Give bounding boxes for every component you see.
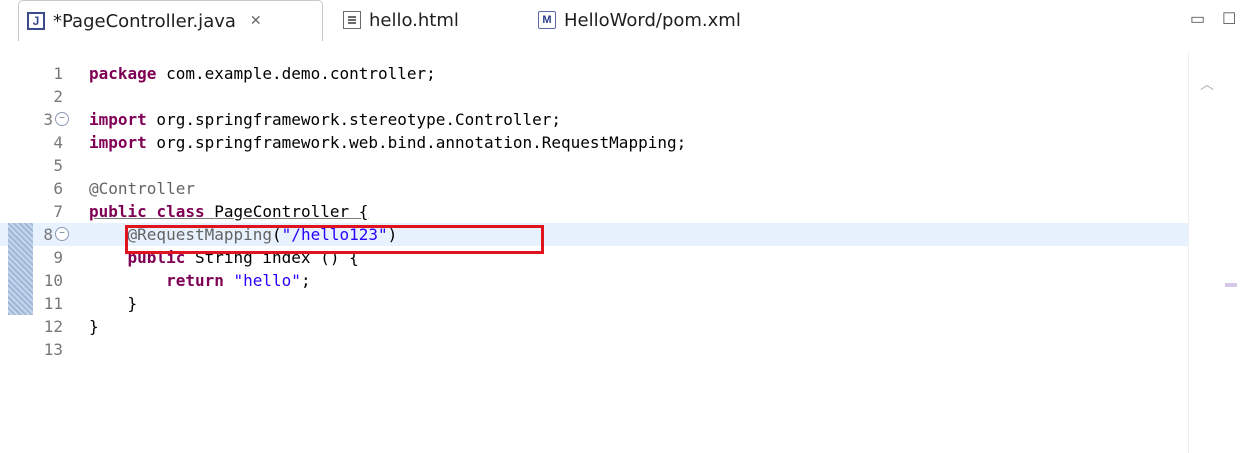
scroll-up-icon[interactable]: ︿ (1200, 74, 1214, 94)
fold-collapse-icon[interactable]: − (55, 112, 69, 126)
editor-tab-bar: J *PageController.java ✕ hello.html M He… (0, 0, 1249, 41)
code-line[interactable]: 2 (0, 85, 1249, 108)
tab-pagecontroller-java[interactable]: J *PageController.java ✕ (18, 0, 323, 41)
code-line[interactable]: 10 return "hello"; (0, 269, 1249, 292)
tab-label: *PageController.java (53, 10, 236, 32)
tab-hello-html[interactable]: hello.html (335, 0, 459, 40)
code-line[interactable]: 4 import org.springframework.web.bind.an… (0, 131, 1249, 154)
line-number: 3 (43, 110, 53, 129)
code-line[interactable]: 6 @Controller (0, 177, 1249, 200)
highlight-annotation-box (125, 225, 544, 254)
line-number: 7 (53, 202, 63, 221)
line-number: 1 (53, 64, 63, 83)
code-text: import org.springframework.web.bind.anno… (89, 133, 687, 152)
close-tab-icon[interactable]: ✕ (250, 13, 262, 29)
code-line[interactable]: 12 } (0, 315, 1249, 338)
line-number: 2 (53, 87, 63, 106)
code-text: } (89, 317, 99, 336)
html-file-icon (343, 11, 361, 29)
minimize-icon[interactable]: ▭ (1190, 9, 1205, 29)
tab-pom-xml[interactable]: M HelloWord/pom.xml (530, 0, 741, 40)
line-number: 4 (53, 133, 63, 152)
code-editor[interactable]: 1 package com.example.demo.controller; 2… (0, 52, 1249, 453)
fold-collapse-icon[interactable]: − (55, 227, 69, 241)
line-number: 6 (53, 179, 63, 198)
code-text: public class PageController { (89, 202, 369, 221)
code-line[interactable]: 1 package com.example.demo.controller; (0, 62, 1249, 85)
line-number: 12 (43, 317, 63, 336)
code-text: } (89, 294, 138, 313)
code-line[interactable]: 5 (0, 154, 1249, 177)
change-marker-bar[interactable] (8, 223, 33, 315)
code-line[interactable]: 3 − import org.springframework.stereotyp… (0, 108, 1249, 131)
code-text: return "hello"; (166, 271, 311, 290)
code-line[interactable]: 11 } (0, 292, 1249, 315)
code-text: import org.springframework.stereotype.Co… (89, 110, 562, 129)
java-file-icon: J (27, 12, 45, 30)
code-text: package com.example.demo.controller; (89, 64, 436, 83)
tab-label: HelloWord/pom.xml (564, 9, 741, 31)
line-number: 13 (43, 340, 63, 359)
code-line[interactable]: 7 public class PageController { (0, 200, 1249, 223)
maven-pom-icon: M (538, 11, 556, 29)
code-line[interactable]: 13 (0, 338, 1249, 361)
line-number: 5 (53, 156, 63, 175)
overview-ruler-mark[interactable] (1225, 283, 1237, 287)
code-text: @Controller (89, 179, 195, 198)
maximize-icon[interactable]: ☐ (1222, 9, 1236, 29)
tab-label: hello.html (369, 9, 459, 31)
